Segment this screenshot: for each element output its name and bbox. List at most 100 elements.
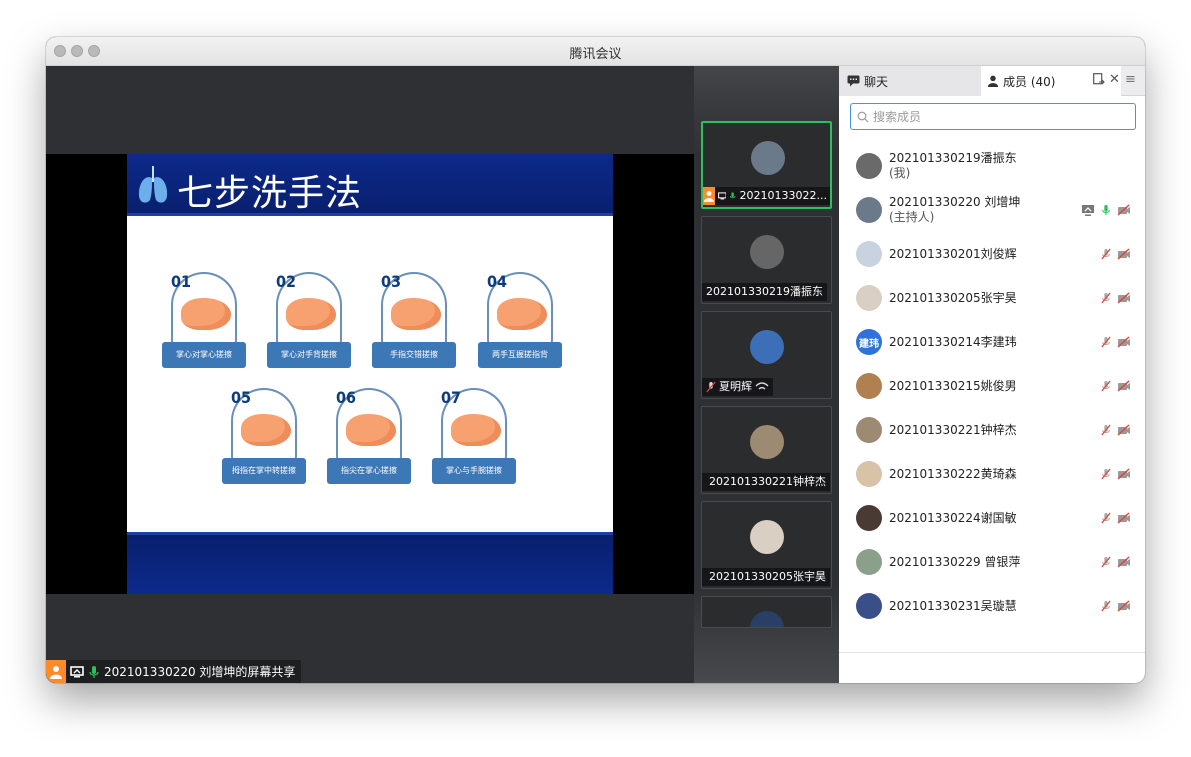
microphone-muted-icon[interactable] [1101,423,1111,437]
step-label: 指尖在掌心搓擦 [327,458,411,484]
list-item[interactable]: 202101330221钟梓杰 [839,408,1145,452]
participant-name: 202101330205张宇昊 [709,570,826,583]
video-tile[interactable]: 202101330219潘振东 [701,216,832,304]
step-3: 03 手指交错搓擦 [372,272,456,372]
avatar [750,520,784,554]
list-item[interactable]: 202101330205张宇昊 [839,276,1145,320]
member-role: (我) [889,166,911,180]
screen-share-icon [70,665,84,677]
panel-tabs: 聊天 成员 (40) ✕ ≡ [839,66,1145,96]
member-status-icons [1101,291,1131,305]
list-item[interactable]: 202101330201刘俊辉 [839,232,1145,276]
microphone-on-icon [89,665,99,678]
list-item[interactable]: 202101330215姚俊男 [839,364,1145,408]
screen-share-area: 七步洗手法 01 掌心对掌心搓擦 02 掌心对手背搓擦 03 手指交错搓擦 04… [46,66,694,683]
microphone-muted-icon[interactable] [1101,379,1111,393]
member-status-icons [1081,203,1131,217]
member-status-icons [1101,511,1131,525]
step-label: 两手互握搓指背 [478,342,562,368]
step-label: 拇指在掌中转搓擦 [222,458,306,484]
hand-illustration-icon [451,414,501,446]
avatar [750,611,784,627]
participant-name: 20210133022... [739,189,827,202]
camera-off-icon[interactable] [1117,292,1131,304]
step-2: 02 掌心对手背搓擦 [267,272,351,372]
member-name: 202101330205张宇昊 [889,290,1017,305]
slide-title: 七步洗手法 [177,173,363,214]
camera-off-icon[interactable] [1117,204,1131,216]
avatar [856,505,882,531]
participant-name: 夏明辉 [719,380,752,393]
member-name-block: 202101330220 刘增坤 (主持人) [889,195,1020,225]
participant-name: 202101330221钟梓杰 [709,475,826,488]
avatar [751,141,785,175]
close-panel-icon[interactable]: ✕ [1109,72,1120,87]
video-tile-label: 夏明辉 [702,378,773,396]
list-item[interactable]: 202101330222黄琦森 [839,452,1145,496]
list-item[interactable]: 202101330219潘振东 (我) [839,144,1145,188]
step-4: 04 两手互握搓指背 [478,272,562,372]
camera-off-icon[interactable] [1117,468,1131,480]
step-number: 02 [276,272,297,291]
list-item[interactable]: 202101330220 刘增坤 (主持人) [839,188,1145,232]
microphone-muted-icon[interactable] [1101,599,1111,613]
members-panel: 聊天 成员 (40) ✕ ≡ 202101330219潘振东 (我) [839,66,1145,683]
video-tile[interactable]: 夏明辉 [701,311,832,399]
avatar [750,425,784,459]
member-name: 202101330224谢国敏 [889,510,1017,525]
step-6: 06 指尖在掌心搓擦 [327,388,411,488]
camera-off-icon[interactable] [1117,600,1131,612]
video-tile[interactable]: 20210133022... [701,121,832,209]
member-status-icons [1101,467,1131,481]
member-name-block: 202101330219潘振东 (我) [889,151,1017,181]
screen-share-icon [717,192,727,200]
microphone-on-icon[interactable] [1101,203,1111,217]
video-tile-label: 202101330219潘振东 [702,283,827,301]
member-name: 202101330220 刘增坤 [889,195,1021,209]
avatar [750,330,784,364]
tab-chat[interactable]: 聊天 [839,66,981,96]
microphone-muted-icon[interactable] [1101,247,1111,261]
member-name: 202101330221钟梓杰 [889,422,1017,437]
hand-illustration-icon [346,414,396,446]
camera-off-icon[interactable] [1117,336,1131,348]
tab-members-label: 成员 (40) [1003,74,1056,89]
microphone-muted-icon[interactable] [1101,555,1111,569]
microphone-muted-icon[interactable] [1101,511,1111,525]
camera-off-icon[interactable] [1117,380,1131,392]
list-item[interactable]: 202101330229 曾银萍 [839,540,1145,584]
panel-menu-icon[interactable]: ≡ [1125,72,1136,87]
avatar [856,549,882,575]
camera-off-icon[interactable] [1117,556,1131,568]
host-badge-icon [703,187,715,205]
list-item[interactable]: 建玮 202101330214李建玮 [839,320,1145,364]
hand-illustration-icon [391,298,441,330]
tab-chat-label: 聊天 [864,74,889,89]
step-number: 05 [231,388,252,407]
pop-out-icon[interactable] [1093,73,1105,86]
member-search[interactable] [850,103,1136,130]
member-status-icons [1101,555,1131,569]
step-number: 06 [336,388,357,407]
list-item[interactable]: 202101330231吴璇慧 [839,584,1145,628]
video-tiles-column[interactable]: 20210133022... 202101330219潘振东 夏明辉 20210… [694,66,839,683]
video-tile[interactable] [701,596,832,628]
camera-off-icon[interactable] [1117,248,1131,260]
list-item[interactable]: 202101330224谢国敏 [839,496,1145,540]
microphone-muted-icon[interactable] [1101,467,1111,481]
search-icon [857,111,869,122]
step-5: 05 拇指在掌中转搓擦 [222,388,306,488]
member-name: 202101330201刘俊辉 [889,246,1017,261]
camera-off-icon[interactable] [1117,512,1131,524]
video-tile[interactable]: 202101330205张宇昊 [701,501,832,589]
search-input[interactable] [873,109,1123,124]
step-number: 03 [381,272,402,291]
microphone-muted-icon[interactable] [1101,335,1111,349]
step-label: 掌心对手背搓擦 [267,342,351,368]
camera-off-icon[interactable] [1117,424,1131,436]
member-status-icons [1101,599,1131,613]
video-tile[interactable]: 202101330221钟梓杰 [701,406,832,494]
member-status-icons [1101,379,1131,393]
microphone-muted-icon[interactable] [1101,291,1111,305]
member-name: 202101330214李建玮 [889,334,1017,349]
